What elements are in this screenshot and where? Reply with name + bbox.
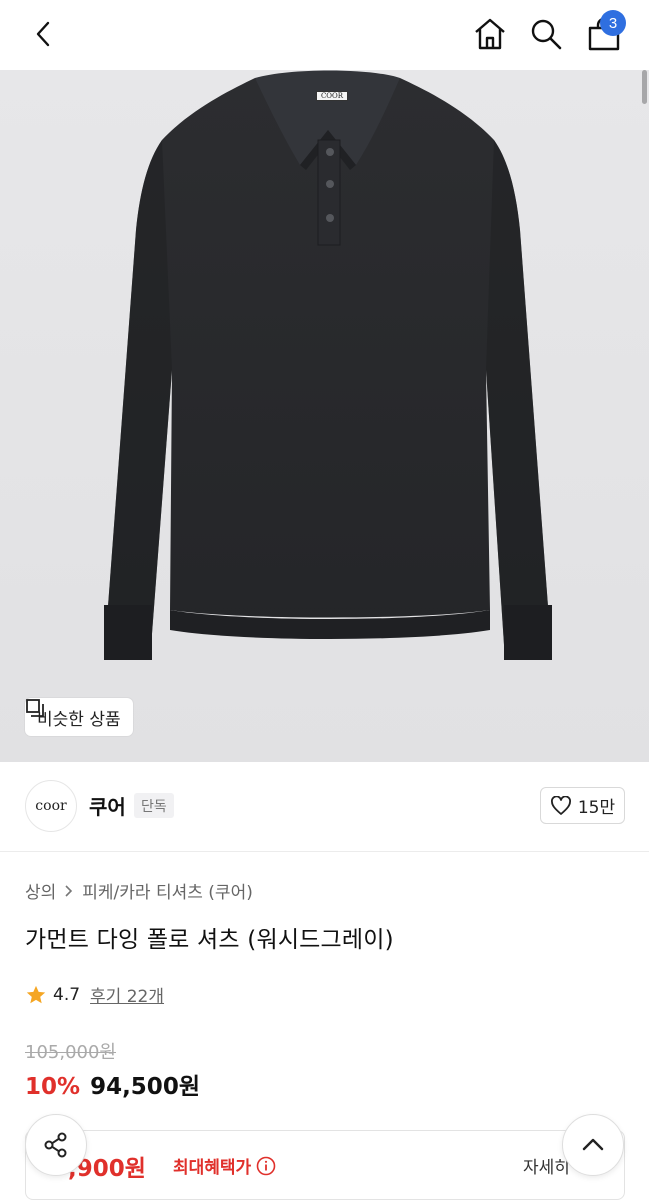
brand-name[interactable]: 쿠어	[89, 791, 126, 820]
top-bar: 3	[0, 0, 649, 70]
collar-label: COOR	[316, 91, 348, 101]
rating-row: 4.7 후기 22개	[25, 982, 164, 1007]
back-button[interactable]	[20, 10, 68, 58]
product-image[interactable]: COOR 비슷한 상품	[0, 70, 649, 762]
star-icon	[26, 985, 46, 1003]
sale-price: 94,500원	[90, 1074, 200, 1100]
share-icon	[44, 1132, 67, 1158]
cart-button[interactable]: 3	[580, 10, 628, 58]
brand-row: coor 쿠어 단독 15만	[0, 762, 649, 852]
reviews-link[interactable]: 후기 22개	[90, 982, 164, 1007]
chevron-up-icon	[582, 1138, 604, 1151]
breadcrumb-category-top[interactable]: 상의	[25, 878, 56, 903]
max-benefit-label-group: 최대혜택가	[173, 1153, 276, 1178]
max-benefit-card[interactable]: ,900원 최대혜택가 자세히	[25, 1130, 625, 1200]
scroll-to-top-button[interactable]	[562, 1114, 624, 1176]
product-title: 가먼트 다잉 폴로 셔츠 (워시드그레이)	[25, 927, 394, 953]
price-row: 10% 94,500원	[25, 1067, 200, 1101]
search-icon	[531, 19, 562, 50]
similar-icon	[26, 699, 44, 717]
discount-rate: 10%	[25, 1074, 81, 1100]
brand-logo[interactable]: coor	[25, 780, 77, 832]
breadcrumb: 상의 피케/카라 티셔츠 (쿠어)	[25, 878, 253, 903]
heart-icon	[550, 795, 571, 815]
breadcrumb-category-sub[interactable]: 피케/카라 티셔츠 (쿠어)	[82, 878, 253, 903]
similar-products-label: 비슷한 상품	[37, 709, 121, 730]
benefit-detail-link[interactable]: 자세히	[523, 1153, 570, 1178]
similar-products-button[interactable]: 비슷한 상품	[25, 698, 133, 736]
chevron-left-icon	[36, 21, 50, 47]
scrollbar[interactable]	[642, 70, 647, 104]
original-price: 105,000원	[25, 1042, 116, 1063]
home-button[interactable]	[466, 10, 514, 58]
share-button[interactable]	[25, 1114, 87, 1176]
polo-shirt-image	[104, 70, 552, 660]
info-icon[interactable]	[256, 1156, 276, 1176]
like-count: 15만	[577, 798, 616, 818]
chevron-right-icon	[65, 884, 73, 897]
like-button[interactable]: 15만	[540, 787, 625, 824]
max-benefit-label: 최대혜택가	[173, 1158, 252, 1178]
home-icon	[475, 18, 505, 50]
cart-count-badge: 3	[600, 10, 626, 36]
exclusive-tag: 단독	[134, 793, 174, 818]
rating-score: 4.7	[53, 984, 81, 1005]
search-button[interactable]	[522, 10, 570, 58]
